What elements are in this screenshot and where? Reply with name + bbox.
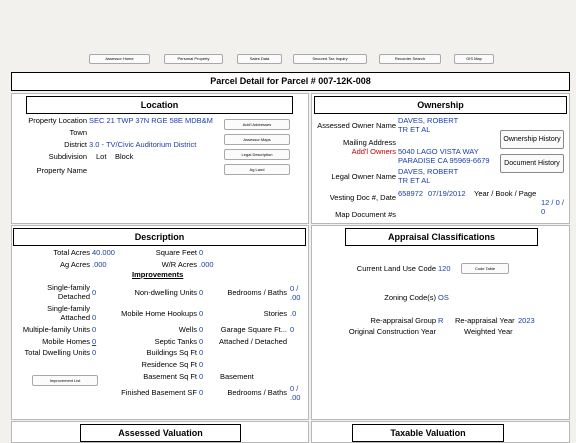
wells-value: 0 (199, 325, 204, 334)
map-document-label: Map Document #s (335, 210, 396, 219)
assessed-owner-label: Assessed Owner Name (317, 121, 396, 130)
taxable-valuation-heading: Taxable Valuation (352, 424, 504, 442)
basement-sqft-value: 0 (199, 372, 204, 381)
finished-basement-value: 0 (199, 388, 204, 397)
sfa-label: Single-family Attached (47, 304, 90, 322)
reappraisal-group-label: Re-appraisal Group (370, 316, 436, 325)
residence-sqft-value: 0 (199, 360, 204, 369)
nondwelling-value: 0 (199, 288, 204, 297)
residence-sqft-label: Residence Sq Ft (141, 360, 197, 369)
nondwelling-label: Non-dwelling Units (134, 288, 197, 297)
vesting-date: 07/19/2012 (428, 189, 466, 198)
ownership-heading: Ownership (314, 96, 567, 114)
wr-acres-value: .000 (199, 260, 214, 269)
improvements-label: Improvements (132, 270, 184, 279)
garage-value: 0 (290, 325, 295, 334)
year-book-page-value: 12 / 0 / 0 (541, 198, 564, 216)
bed-bath-label-1: Bedrooms / Baths (227, 288, 287, 297)
vesting-doc: 658972 (398, 189, 424, 198)
wells-label: Wells (178, 325, 197, 334)
zoning-value: OS (438, 293, 449, 302)
legal-owner-label: Legal Owner Name (331, 172, 396, 181)
ownership-history-button[interactable]: Ownership History (500, 130, 564, 149)
square-feet-label: Square Feet (155, 248, 197, 257)
ag-acres-value: .000 (92, 260, 107, 269)
mh-hookups-label: Mobile Home Hookups (121, 309, 197, 318)
subdivision-label: Subdivision (48, 152, 87, 161)
reappraisal-year-label: Re-appraisal Year (455, 316, 515, 325)
appraisal-heading: Appraisal Classifications (345, 228, 538, 246)
buildings-sqft-label: Buildings Sq Ft (146, 348, 197, 357)
septic-value: 0 (199, 337, 204, 346)
land-use-value: 120 (438, 264, 451, 273)
stories-label: Stories (263, 309, 287, 318)
improvement-list-button[interactable]: Improvement List (32, 375, 98, 386)
land-use-label: Current Land Use Code (356, 264, 436, 273)
original-construction-year-label: Original Construction Year (348, 327, 436, 336)
year-book-page-label: Year / Book / Page (474, 189, 537, 198)
septic-label: Septic Tanks (154, 337, 197, 346)
addl-addresses-button[interactable]: Add'l Addresses (224, 119, 290, 130)
attached-detached-label: Attached / Detached (219, 337, 287, 346)
reappraisal-group-value: R (438, 316, 444, 325)
total-acres-label: Total Acres (53, 248, 90, 257)
location-heading: Location (26, 96, 293, 114)
document-history-button[interactable]: Document History (500, 154, 564, 173)
total-dwelling-value: 0 (92, 348, 97, 357)
reappraisal-year-value: 2023 (518, 316, 535, 325)
bed-bath-value-1: 0 / .00 (290, 284, 301, 302)
code-table-button[interactable]: Code Table (461, 263, 509, 274)
mailing-line2: PARADISE CA 95969-6679 (398, 156, 490, 165)
sfd-label: Single-family Detached (47, 283, 90, 301)
multi-family-label: Multiple-family Units (22, 325, 90, 334)
buildings-sqft-value: 0 (199, 348, 204, 357)
assessor-maps-button[interactable]: Assessor Maps (224, 134, 290, 145)
vesting-label: Vesting Doc #, Date (329, 193, 396, 202)
sfd-value: 0 (92, 288, 97, 297)
wr-acres-label: W/R Acres (161, 260, 197, 269)
multi-family-value: 0 (92, 325, 97, 334)
basement-sqft-label: Basement Sq Ft (143, 372, 197, 381)
district-value: 3.0 - TV/Civic Auditorium District (89, 140, 197, 149)
personal-property-button[interactable]: Personal Property (164, 54, 223, 64)
bed-bath-label-2: Bedrooms / Baths (227, 388, 287, 397)
description-heading: Description (13, 228, 306, 246)
district-label: District (64, 140, 87, 149)
sales-data-button[interactable]: Sales Data (237, 54, 282, 64)
property-location-value: SEC 21 TWP 37N RGE 58E MDB&M (89, 116, 213, 125)
page-title: Parcel Detail for Parcel # 007-12K-008 (11, 72, 570, 91)
secured-tax-inquiry-button[interactable]: Secured Tax Inquiry (293, 54, 367, 64)
assessed-valuation-heading: Assessed Valuation (80, 424, 241, 442)
garage-label: Garage Square Ft... (220, 325, 287, 334)
sfa-value: 0 (92, 313, 97, 322)
town-label: Town (69, 128, 87, 137)
total-dwelling-label: Total Dwelling Units (24, 348, 90, 357)
assessor-home-button[interactable]: Assessor Home (89, 54, 150, 64)
block-label: Block (115, 152, 134, 161)
legal-description-button[interactable]: Legal Description (224, 149, 290, 160)
addl-owners-link[interactable]: Add'l Owners (352, 147, 396, 156)
lot-label: Lot (96, 152, 107, 161)
ag-acres-label: Ag Acres (59, 260, 90, 269)
property-name-label: Property Name (36, 166, 87, 175)
total-acres-value: 40.000 (92, 248, 115, 257)
stories-value: .0 (290, 309, 297, 318)
weighted-year-label: Weighted Year (464, 327, 513, 336)
gis-map-button[interactable]: GIS Map (454, 54, 494, 64)
mh-hookups-value: 0 (199, 309, 204, 318)
assessed-owner-value: DAVES, ROBERT TR ET AL (398, 116, 459, 134)
recorder-search-button[interactable]: Recorder Search (379, 54, 441, 64)
finished-basement-label: Finished Basement SF (121, 388, 197, 397)
legal-owner-value: DAVES, ROBERT TR ET AL (398, 167, 459, 185)
mobile-homes-label: Mobile Homes (42, 337, 90, 346)
ag-land-button[interactable]: Ag Land (224, 164, 290, 175)
mailing-line1: 5040 LAGO VISTA WAY (398, 147, 479, 156)
bed-bath-value-2: 0 / .00 (290, 384, 301, 402)
mailing-address-label: Mailing Address (343, 138, 396, 147)
property-location-label: Property Location (28, 116, 87, 125)
square-feet-value: 0 (199, 248, 204, 257)
basement-label: Basement (220, 372, 254, 381)
mobile-homes-link[interactable]: 0 (92, 337, 96, 346)
zoning-label: Zoning Code(s) (384, 293, 436, 302)
